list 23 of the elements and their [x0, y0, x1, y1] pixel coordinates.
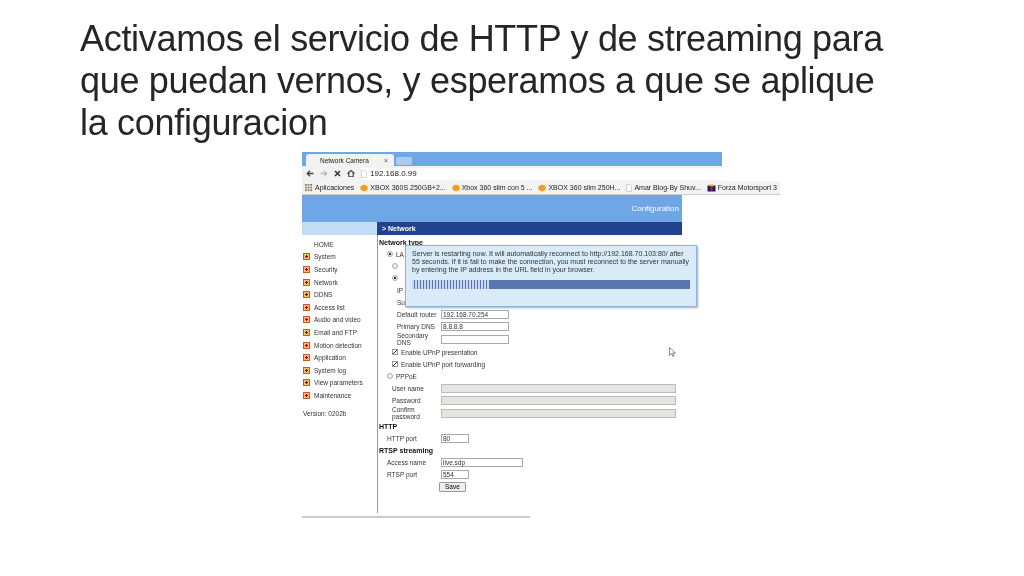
forward-arrow-icon[interactable] [320, 170, 328, 177]
page-icon [626, 183, 633, 192]
address-bar[interactable]: 192.168.0.99 [361, 167, 722, 180]
radio-button[interactable] [392, 263, 398, 269]
apps-grid-icon [305, 183, 313, 192]
game-box-icon [706, 183, 716, 192]
page-icon [361, 169, 367, 178]
package-icon [451, 183, 460, 192]
mouse-cursor-icon [669, 347, 676, 357]
page-header: Configuration [302, 195, 682, 222]
radio-button[interactable] [392, 275, 398, 281]
package-icon [538, 183, 547, 192]
back-arrow-icon[interactable] [306, 170, 314, 177]
radio-button[interactable] [387, 373, 393, 379]
checkbox[interactable] [392, 361, 398, 367]
stop-icon[interactable] [334, 170, 341, 177]
new-tab-button[interactable] [396, 157, 412, 165]
radio-button[interactable] [387, 251, 393, 257]
checkbox[interactable] [392, 349, 398, 355]
text-field[interactable] [441, 334, 509, 344]
home-icon[interactable] [347, 170, 355, 177]
slide-title: Activamos el servicio de HTTP y de streaming para que puedan vernos, y esperamos a que se aplique la configuracion [80, 18, 885, 145]
package-icon [360, 183, 369, 192]
